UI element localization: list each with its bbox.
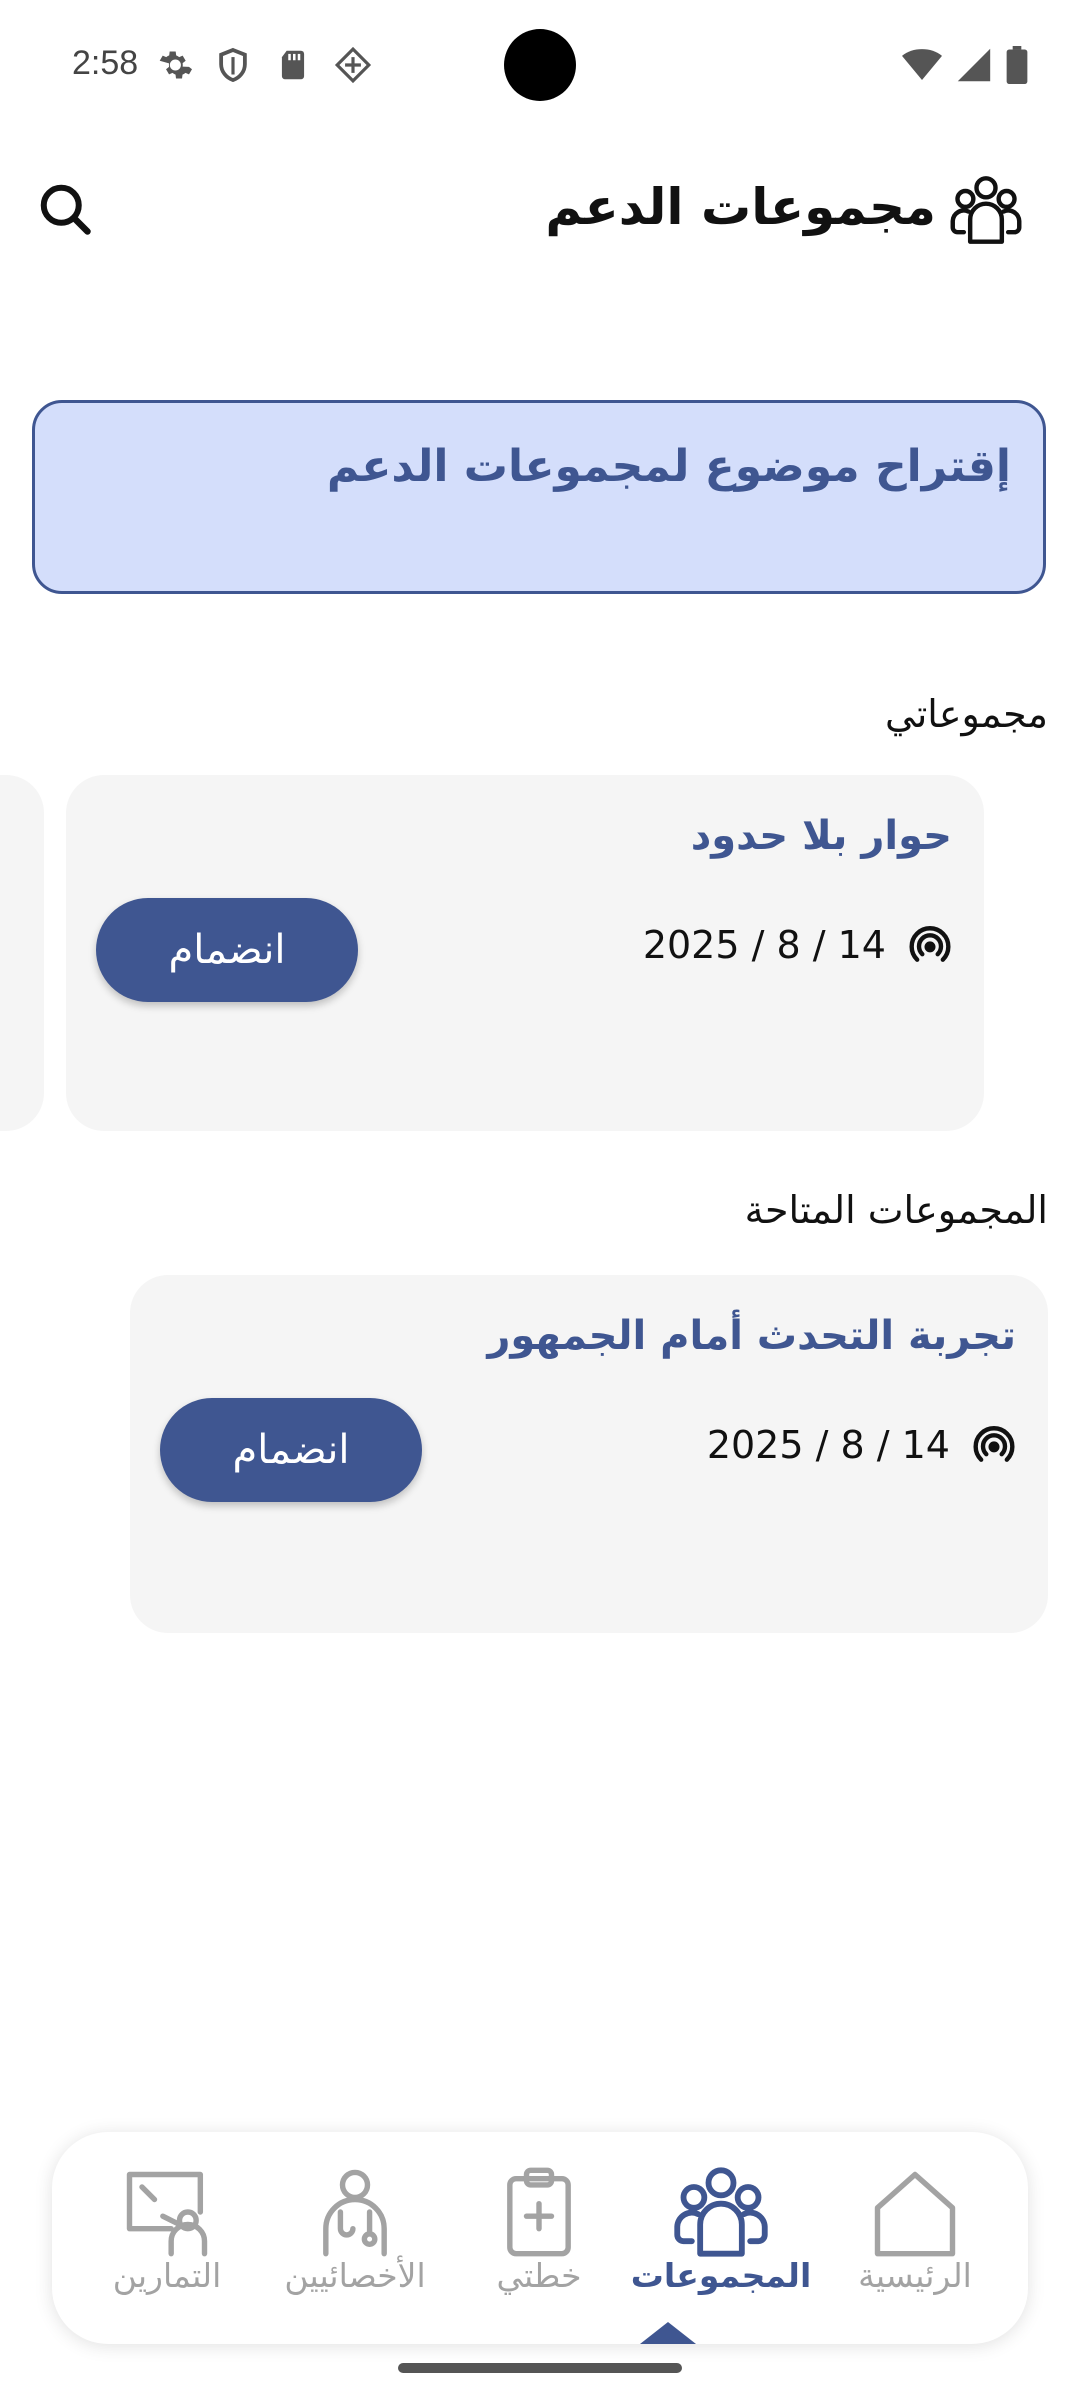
nav-label: خطتي [496, 2256, 582, 2295]
app-bar: مجموعات الدعم [0, 160, 1080, 260]
group-date: 2025 / 8 / 14 [643, 923, 952, 967]
my-group-card[interactable]: حوار بلا حدود 2025 / 8 / 14 انضمام [66, 775, 984, 1131]
battery-icon [1006, 46, 1028, 88]
clipboard-plus-icon [489, 2162, 589, 2262]
available-group-card[interactable]: تجربة التحدث أمام الجمهور 2025 / 8 / 14 … [130, 1275, 1048, 1633]
group-date: 2025 / 8 / 14 [707, 1423, 1016, 1467]
doctor-icon [305, 2162, 405, 2262]
status-bar: 2:58 [0, 0, 1080, 132]
nav-item-my-plan[interactable]: خطتي [444, 2132, 634, 2344]
exercise-board-icon [117, 2162, 217, 2262]
gear-icon [154, 46, 192, 84]
nav-item-groups[interactable]: المجموعات [626, 2132, 816, 2344]
group-name: تجربة التحدث أمام الجمهور [487, 1313, 1016, 1359]
join-button[interactable]: انضمام [160, 1398, 422, 1502]
sd-card-icon [274, 46, 312, 84]
home-icon [865, 2162, 965, 2262]
live-broadcast-icon [973, 1426, 1015, 1462]
groups-icon [671, 2162, 771, 2262]
groups-icon [948, 172, 1024, 248]
shield-icon [214, 46, 252, 84]
live-broadcast-icon [909, 926, 951, 962]
nav-item-home[interactable]: الرئيسية [820, 2132, 1010, 2344]
group-date-text: 2025 / 8 / 14 [706, 1423, 950, 1467]
status-icons-right [902, 46, 1028, 88]
nav-item-exercises[interactable]: التمارين [72, 2132, 262, 2344]
join-button[interactable]: انضمام [96, 898, 358, 1002]
gamepad-icon [334, 46, 372, 84]
front-camera [504, 29, 576, 101]
nav-label: التمارين [112, 2256, 222, 2295]
nav-item-specialists[interactable]: الأخصائيين [260, 2132, 450, 2344]
suggest-topic-label: إقتراح موضوع لمجموعات الدعم [326, 441, 1011, 492]
search-icon [40, 184, 91, 235]
nav-label: الرئيسية [858, 2256, 972, 2295]
signal-icon [956, 47, 992, 87]
group-date-text: 2025 / 8 / 14 [642, 923, 886, 967]
available-groups-title: المجموعات المتاحة [744, 1188, 1048, 1232]
home-gesture-bar[interactable] [398, 2363, 682, 2373]
status-icons-left [154, 46, 372, 84]
nav-label: الأخصائيين [284, 2256, 426, 2295]
nav-label: المجموعات [630, 2256, 812, 2295]
my-groups-title: مجموعاتي [885, 692, 1048, 736]
wifi-icon [902, 47, 942, 87]
group-name: حوار بلا حدود [690, 813, 952, 859]
bottom-navigation: التمارين الأخصائيين خطتي المجموعات الرئي… [52, 2132, 1028, 2344]
suggest-topic-card[interactable]: إقتراح موضوع لمجموعات الدعم [32, 400, 1046, 594]
status-time: 2:58 [72, 44, 139, 82]
page-title: مجموعات الدعم [545, 178, 936, 236]
group-card-partial[interactable] [0, 775, 44, 1131]
active-tab-indicator [640, 2322, 696, 2344]
search-button[interactable] [30, 174, 100, 244]
